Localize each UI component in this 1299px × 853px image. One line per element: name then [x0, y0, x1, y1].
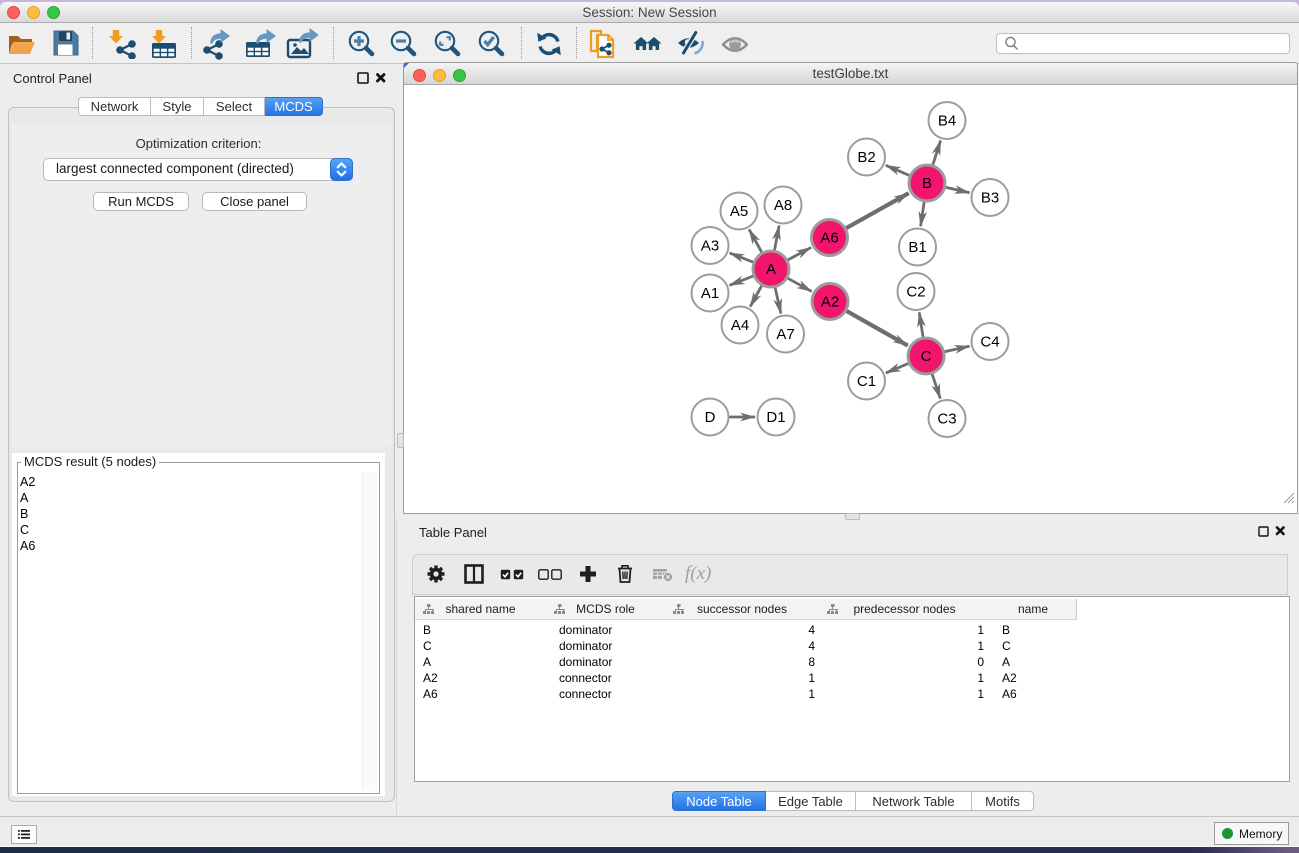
svg-text:A1: A1 — [701, 285, 719, 302]
svg-text:A: A — [766, 261, 776, 278]
svg-text:B3: B3 — [981, 190, 999, 207]
svg-text:B4: B4 — [938, 113, 956, 130]
svg-text:A4: A4 — [731, 317, 749, 334]
svg-text:D: D — [705, 409, 716, 426]
svg-text:A8: A8 — [774, 197, 792, 214]
svg-text:C1: C1 — [857, 373, 876, 390]
svg-text:A3: A3 — [701, 238, 719, 255]
svg-text:C3: C3 — [937, 411, 956, 428]
svg-text:B2: B2 — [857, 149, 875, 166]
svg-text:B1: B1 — [908, 239, 926, 256]
svg-text:C: C — [921, 348, 932, 365]
svg-text:D1: D1 — [766, 409, 785, 426]
svg-text:B: B — [922, 175, 932, 192]
svg-text:A2: A2 — [821, 294, 839, 311]
svg-text:A7: A7 — [776, 326, 794, 343]
svg-text:f(x): f(x) — [685, 564, 711, 584]
svg-text:C4: C4 — [980, 334, 999, 351]
svg-text:C2: C2 — [906, 284, 925, 301]
svg-text:A6: A6 — [820, 230, 838, 247]
svg-text:A5: A5 — [730, 203, 748, 220]
